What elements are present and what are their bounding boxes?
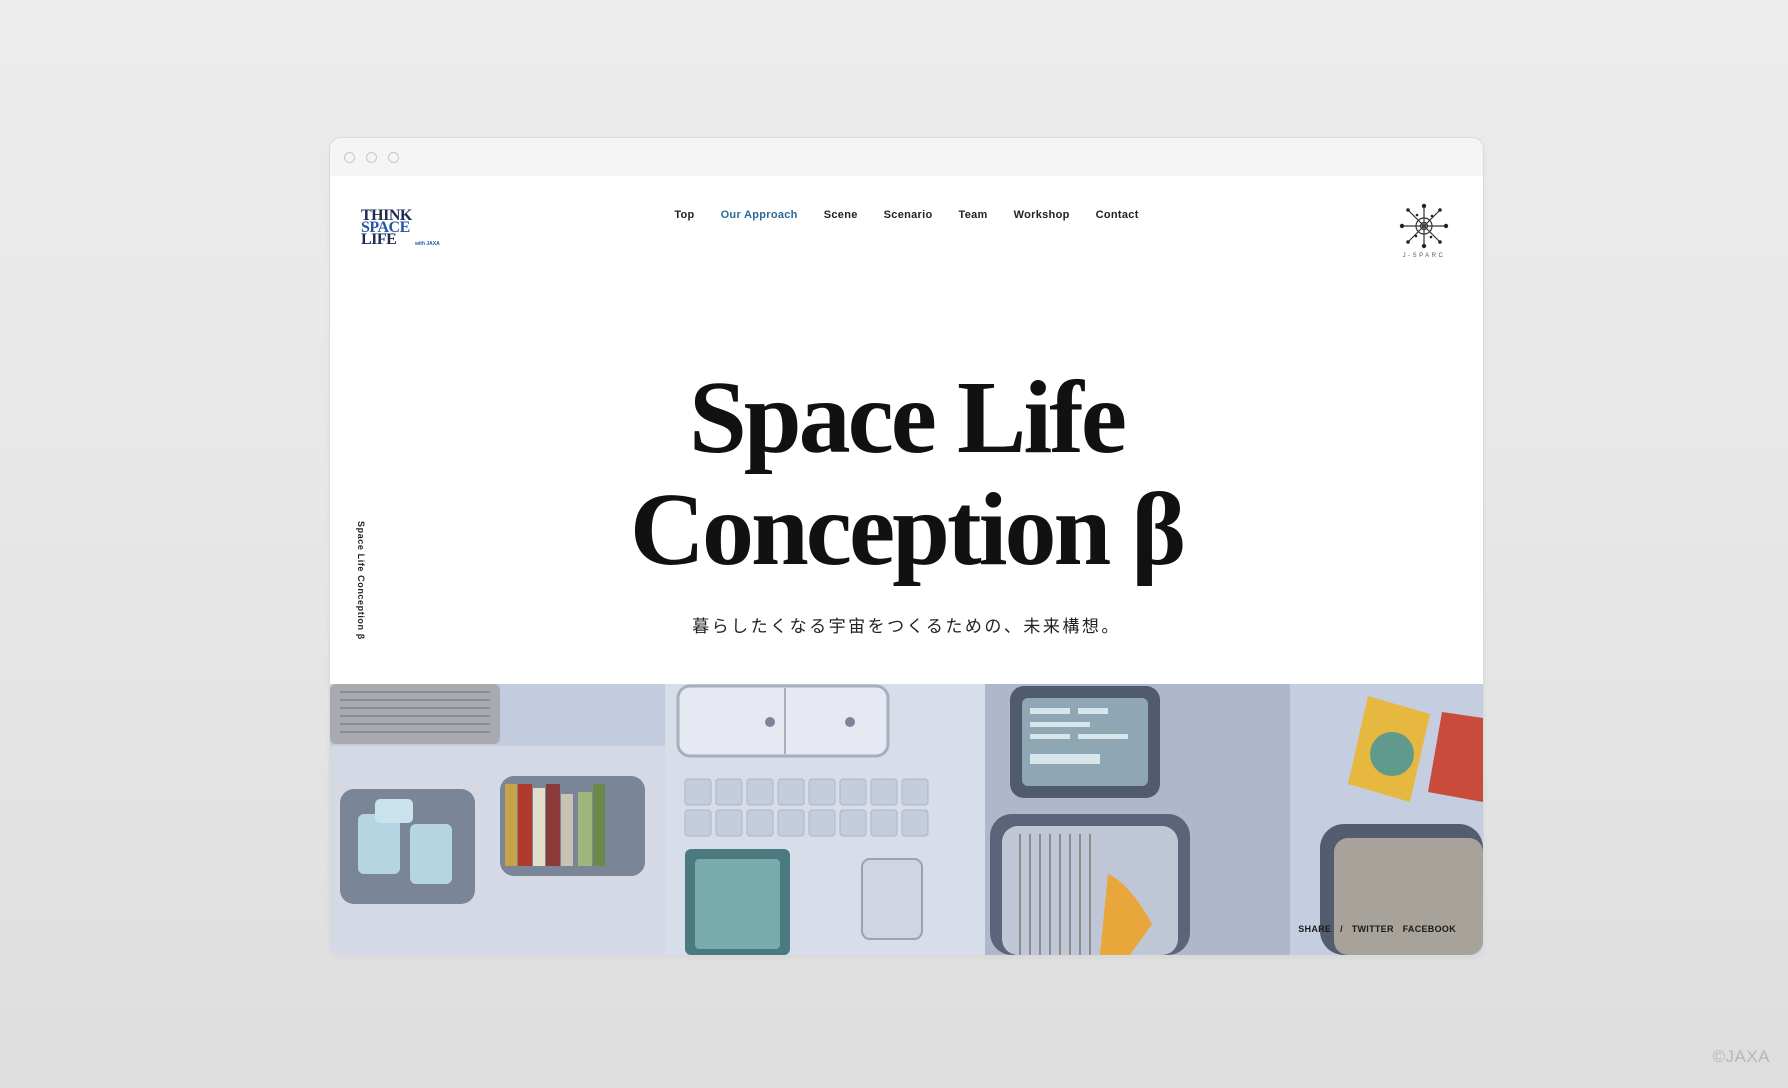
jaxa-credit: ©JAXA <box>1712 1047 1770 1066</box>
j-sparc-emblem-icon <box>1399 203 1449 249</box>
nav-workshop[interactable]: Workshop <box>1014 209 1070 221</box>
nav-contact[interactable]: Contact <box>1096 209 1139 221</box>
nav-scene[interactable]: Scene <box>824 209 858 221</box>
share-separator: / <box>1340 924 1343 934</box>
logo-jaxa-sub: with JAXA <box>415 241 440 247</box>
share-links: SHARE / TWITTER FACEBOOK <box>1292 924 1456 934</box>
hero-title-line-2: Conception β <box>629 472 1186 587</box>
j-sparc-label: J-SPARC <box>1402 253 1446 259</box>
browser-window: THINK SPACE LIFE with JAXA Top Our Appro… <box>329 137 1484 956</box>
nav-team[interactable]: Team <box>959 209 988 221</box>
web-page: THINK SPACE LIFE with JAXA Top Our Appro… <box>330 176 1483 955</box>
j-sparc-logo[interactable]: J-SPARC <box>1391 201 1457 267</box>
hero-subtitle: 暮らしたくなる宇宙をつくるための、未来構想。 <box>692 617 1121 637</box>
window-minimize-dot[interactable] <box>366 152 377 163</box>
space-interior-illustration <box>330 684 1483 955</box>
share-twitter-link[interactable]: TWITTER <box>1352 924 1394 934</box>
hero-title: Space Life Conception β <box>330 362 1483 586</box>
browser-chrome-bar <box>330 138 1483 176</box>
nav-top[interactable]: Top <box>674 209 694 221</box>
space-station-illustration: SHARE / TWITTER FACEBOOK <box>330 684 1483 955</box>
nav-scenario[interactable]: Scenario <box>884 209 933 221</box>
share-facebook-link[interactable]: FACEBOOK <box>1403 924 1456 934</box>
main-navigation: Top Our Approach Scene Scenario Team Wor… <box>330 209 1483 221</box>
window-maximize-dot[interactable] <box>388 152 399 163</box>
share-label: SHARE <box>1298 924 1332 934</box>
window-close-dot[interactable] <box>344 152 355 163</box>
hero-title-line-1: Space Life <box>688 360 1127 475</box>
nav-our-approach[interactable]: Our Approach <box>721 209 798 221</box>
